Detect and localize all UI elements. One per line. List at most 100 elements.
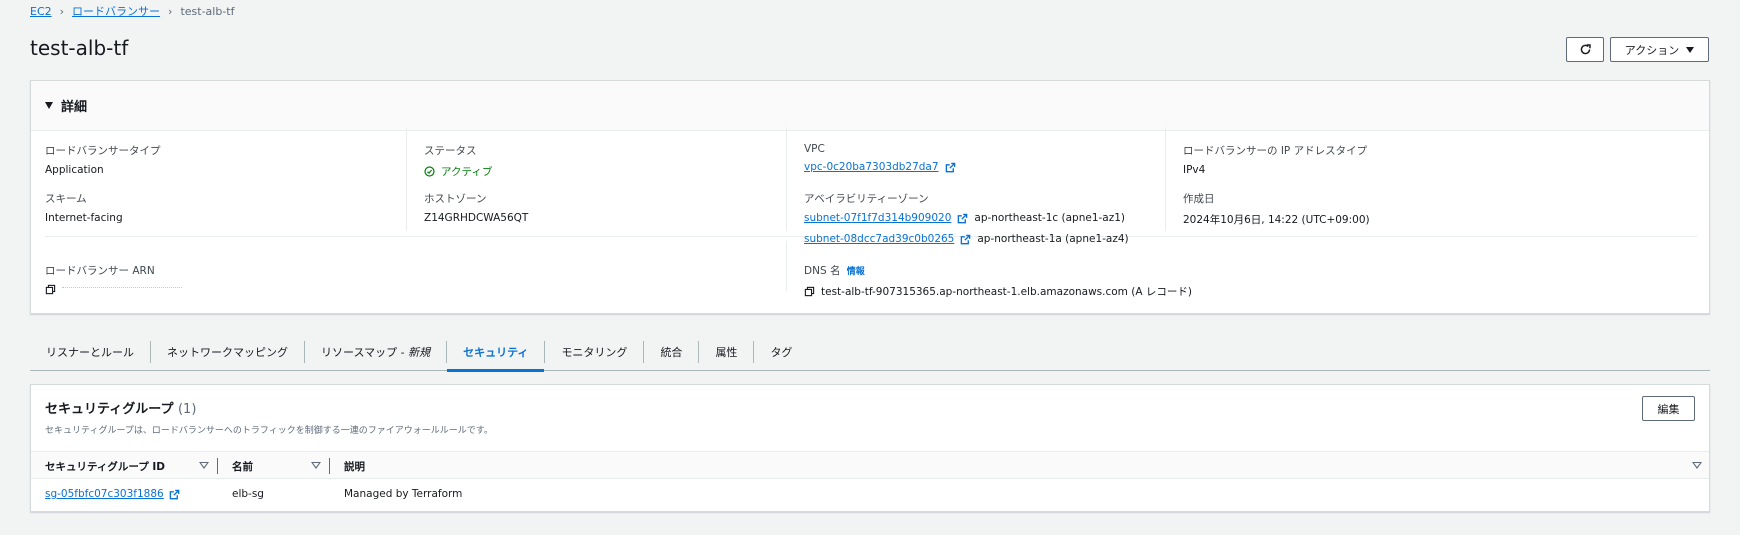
hosted-zone-value: Z14GRHDCWA56QT bbox=[424, 212, 529, 224]
copy-icon[interactable] bbox=[45, 284, 56, 295]
tab-bar: リスナーとルール ネットワークマッピング リソースマップ - 新規 セキュリティ… bbox=[30, 333, 1710, 372]
dns-label: DNS 名 bbox=[804, 265, 841, 277]
refresh-icon bbox=[1580, 44, 1591, 55]
vpc-field: VPC vpc-0c20ba7303db27da7 bbox=[804, 143, 956, 173]
lb-type-value: Application bbox=[45, 164, 104, 176]
tab-new-badge: 新規 bbox=[408, 345, 431, 359]
lb-type-label: ロードバランサータイプ bbox=[45, 145, 161, 157]
tab-label: モニタリング bbox=[561, 345, 628, 359]
breadcrumb-load-balancers[interactable]: ロードバランサー bbox=[72, 3, 160, 19]
dns-info-link[interactable]: 情報 bbox=[847, 267, 865, 277]
tab-tags[interactable]: タグ bbox=[754, 333, 808, 371]
created-label: 作成日 bbox=[1183, 193, 1215, 205]
check-circle-icon bbox=[424, 166, 435, 177]
breadcrumb-current: test-alb-tf bbox=[180, 4, 235, 18]
column-resizer[interactable] bbox=[217, 458, 218, 474]
dns-value: test-alb-tf-907315365.ap-northeast-1.elb… bbox=[804, 284, 1192, 299]
details-panel: 詳細 ロードバランサータイプ Application ステータス アクティブ V… bbox=[30, 80, 1710, 314]
breadcrumb: EC2 › ロードバランサー › test-alb-tf bbox=[30, 3, 235, 19]
az-zone: ap-northeast-1a (apne1-az4) bbox=[977, 233, 1129, 245]
actions-label: アクション bbox=[1624, 43, 1680, 57]
sg-id-link[interactable]: sg-05fbfc07c303f1886 bbox=[45, 488, 164, 500]
ip-type-label: ロードバランサーの IP アドレスタイプ bbox=[1183, 145, 1368, 157]
caret-down-icon bbox=[45, 102, 53, 109]
az-zone: ap-northeast-1c (apne1-az1) bbox=[974, 212, 1126, 224]
tab-listeners[interactable]: リスナーとルール bbox=[30, 333, 150, 371]
status-value: アクティブ bbox=[424, 164, 492, 179]
dns-label-row: DNS 名 情報 bbox=[804, 263, 1192, 278]
security-groups-description: セキュリティグループは、ロードバランサーへのトラフィックを制御する一連のファイア… bbox=[45, 426, 493, 436]
security-groups-title: セキュリティグループ (1) bbox=[45, 398, 196, 417]
tab-label: リスナーとルール bbox=[46, 345, 134, 359]
scheme-field: スキーム Internet-facing bbox=[45, 191, 123, 224]
hosted-zone-label: ホストゾーン bbox=[424, 193, 487, 205]
caret-down-icon bbox=[1686, 46, 1695, 53]
actions-button[interactable]: アクション bbox=[1610, 37, 1709, 62]
refresh-button[interactable] bbox=[1566, 37, 1604, 62]
tab-monitoring[interactable]: モニタリング bbox=[545, 333, 643, 371]
tab-resource-map[interactable]: リソースマップ - 新規 bbox=[305, 333, 446, 371]
edit-button[interactable]: 編集 bbox=[1642, 396, 1695, 421]
security-groups-heading: セキュリティグループ bbox=[45, 402, 174, 417]
tab-label: 属性 bbox=[715, 345, 738, 359]
ip-type-value: IPv4 bbox=[1183, 164, 1206, 176]
column-divider bbox=[406, 127, 407, 231]
table-header: セキュリティグループ ID 名前 説明 bbox=[31, 451, 1709, 479]
column-header-description[interactable]: 説明 bbox=[344, 452, 365, 480]
column-divider bbox=[786, 241, 787, 291]
tab-network-mapping[interactable]: ネットワークマッピング bbox=[151, 333, 304, 371]
arn-value bbox=[45, 284, 182, 295]
sort-icon[interactable] bbox=[199, 462, 209, 469]
arn-redacted bbox=[62, 287, 182, 288]
arn-field: ロードバランサー ARN bbox=[45, 263, 182, 295]
column-resizer[interactable] bbox=[329, 458, 330, 474]
status-text: アクティブ bbox=[441, 166, 493, 178]
sort-icon[interactable] bbox=[311, 462, 321, 469]
tab-label: セキュリティ bbox=[463, 345, 529, 359]
ip-type-field: ロードバランサーの IP アドレスタイプ IPv4 bbox=[1183, 143, 1367, 176]
az-label: アベイラビリティーゾーン bbox=[804, 193, 929, 205]
hosted-zone-field: ホストゾーン Z14GRHDCWA56QT bbox=[424, 191, 528, 224]
status-field: ステータス アクティブ bbox=[424, 143, 492, 179]
scheme-value: Internet-facing bbox=[45, 212, 123, 224]
tab-label: タグ bbox=[770, 345, 793, 359]
details-title: 詳細 bbox=[61, 100, 88, 115]
dns-text: test-alb-tf-907315365.ap-northeast-1.elb… bbox=[821, 286, 1192, 298]
table-row: sg-05fbfc07c303f1886 elb-sg Managed by T… bbox=[31, 479, 1709, 509]
arn-label: ロードバランサー ARN bbox=[45, 265, 155, 277]
az-item: subnet-07f1f7d314b909020 ap-northeast-1c… bbox=[804, 212, 1129, 224]
column-divider bbox=[786, 127, 787, 231]
tab-label: 統合 bbox=[660, 345, 683, 359]
column-header-name[interactable]: 名前 bbox=[232, 452, 253, 480]
az-field: アベイラビリティーゾーン subnet-07f1f7d314b909020 ap… bbox=[804, 191, 1129, 245]
lb-type-field: ロードバランサータイプ Application bbox=[45, 143, 161, 176]
subnet-link[interactable]: subnet-07f1f7d314b909020 bbox=[804, 212, 951, 224]
chevron-right-icon: › bbox=[168, 4, 173, 18]
tab-attributes[interactable]: 属性 bbox=[699, 333, 753, 371]
az-item: subnet-08dcc7ad39c0b0265 ap-northeast-1a… bbox=[804, 233, 1129, 245]
vpc-link[interactable]: vpc-0c20ba7303db27da7 bbox=[804, 161, 939, 173]
details-header[interactable]: 詳細 bbox=[31, 81, 1709, 131]
status-label: ステータス bbox=[424, 145, 477, 157]
sg-name-cell: elb-sg bbox=[232, 488, 264, 500]
scheme-label: スキーム bbox=[45, 193, 87, 205]
sort-icon[interactable] bbox=[1692, 462, 1702, 469]
chevron-right-icon: › bbox=[59, 4, 65, 18]
tab-integration[interactable]: 統合 bbox=[644, 333, 698, 371]
column-header-id[interactable]: セキュリティグループ ID bbox=[45, 452, 165, 480]
security-groups-panel: セキュリティグループ (1) セキュリティグループは、ロードバランサーへのトラフ… bbox=[30, 384, 1710, 512]
copy-icon[interactable] bbox=[804, 286, 815, 297]
external-link-icon bbox=[958, 213, 968, 223]
vpc-value: vpc-0c20ba7303db27da7 bbox=[804, 161, 956, 173]
security-groups-count: (1) bbox=[177, 402, 197, 417]
tab-label: ネットワークマッピング bbox=[167, 345, 288, 359]
sg-id-cell: sg-05fbfc07c303f1886 bbox=[45, 479, 180, 509]
dns-field: DNS 名 情報 test-alb-tf-907315365.ap-northe… bbox=[804, 263, 1192, 299]
subnet-link[interactable]: subnet-08dcc7ad39c0b0265 bbox=[804, 233, 954, 245]
vpc-label: VPC bbox=[804, 143, 825, 155]
external-link-icon bbox=[961, 234, 971, 244]
breadcrumb-ec2[interactable]: EC2 bbox=[30, 5, 52, 18]
sg-description-cell: Managed by Terraform bbox=[344, 488, 463, 500]
page-title: test-alb-tf bbox=[30, 36, 129, 60]
tab-security[interactable]: セキュリティ bbox=[447, 333, 545, 372]
